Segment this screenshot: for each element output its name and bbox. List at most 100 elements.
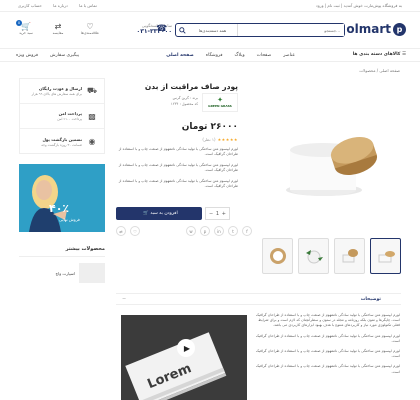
add-to-cart-button[interactable]: 🛒 افزودن به سبد (116, 207, 202, 220)
product-short-description: لورم ایپسوم متن ساختگی با تولید سادگی نا… (108, 147, 238, 195)
cart-icon: 🛒 0 (16, 20, 31, 31)
nav-item-special-sale[interactable]: فروش ویژه (16, 53, 38, 58)
nav-item-track-order[interactable]: پیگیری سفارش (50, 53, 79, 58)
share-bar: ⇄ ♡ w p in t f (116, 226, 252, 236)
compare-icon[interactable]: ⇄ (116, 226, 126, 236)
related-products: محصولات بیشتر اسپارت واچ (19, 246, 105, 283)
service-subtitle: ضمانت ۳۰ روزه بازگشت وجه (41, 142, 82, 147)
brand-line: برند : گرین گرس (172, 96, 198, 100)
top-link[interactable]: حساب کاربری (18, 3, 42, 8)
top-bar: تماس با ما درباره ما حساب کاربری به فروش… (0, 0, 420, 12)
product-main-image[interactable] (262, 78, 400, 233)
nav-item-elements[interactable]: عناصر (283, 53, 295, 58)
nav-items: صفحه اصلی فروشگاه وبلاگ صفحات عناصر (166, 53, 295, 58)
brand-name: GREEN GRASS (208, 104, 232, 108)
product-title: پودر صاف مراقبت از بدن (144, 82, 238, 91)
compare-button[interactable]: ⇄ مقایسه (47, 22, 69, 35)
search-category-select[interactable]: همه دسته‌بندی‌ها (188, 24, 238, 36)
breadcrumb[interactable]: صفحه اصلی / محصولات (359, 68, 400, 73)
main-nav: ☰ کالاهای دسته بندی ها صفحه اصلی فروشگاه… (0, 48, 420, 62)
description-paragraph: لورم ایپسوم متن ساختگی با تولید سادگی نا… (255, 364, 400, 374)
play-button-icon[interactable]: ▶ (177, 339, 195, 357)
add-to-cart-label: افزودن به سبد (150, 211, 178, 216)
tab-description[interactable]: توضیحات (361, 297, 381, 302)
related-item-name: اسپارت واچ (55, 270, 75, 276)
service-item: ▩ پرداخت امن پرداخت ۱۰۰٪ امن (20, 104, 104, 129)
promo-banner[interactable]: ۴۰٪ فروش نهایی (19, 164, 105, 232)
related-heading: محصولات بیشتر (19, 246, 105, 257)
categories-button[interactable]: ☰ کالاهای دسته بندی ها (353, 52, 406, 57)
product-rating: ★★★★★ (۱ نظر) (202, 137, 238, 142)
thumbnail[interactable] (262, 238, 293, 274)
cart-badge: 0 (16, 20, 22, 26)
thumbnail[interactable] (298, 238, 329, 274)
long-description: لورم ایپسوم متن ساختگی با تولید سادگی نا… (255, 313, 400, 380)
logo-mark-icon: p (393, 22, 406, 36)
quantity-value: 1 (215, 210, 220, 217)
description-paragraph: لورم ایپسوم متن ساختگی با تولید سادگی نا… (255, 313, 400, 328)
cart-label: سبد خرید (19, 31, 33, 35)
heart-icon[interactable]: ♡ (130, 226, 140, 236)
thumbnail[interactable] (334, 238, 365, 274)
service-title: پرداخت امن (58, 111, 82, 116)
service-subtitle: پرداخت ۱۰۰٪ امن (57, 117, 82, 121)
service-item: ⛟ ارسال و عودت رایگان برای همه سفارش های… (20, 79, 104, 104)
description-paragraph: لورم ایپسوم متن ساختگی با تولید سادگی نا… (255, 349, 400, 359)
minus-icon[interactable]: − (209, 211, 213, 217)
quantity-stepper[interactable]: − 1 + (205, 207, 230, 220)
description-paragraph: لورم ایپسوم متن ساختگی با تولید سادگی نا… (255, 333, 400, 343)
twitter-icon[interactable]: t (228, 226, 238, 236)
nav-item-shop[interactable]: فروشگاه (206, 53, 223, 58)
thumbnail-strip (262, 238, 401, 274)
facebook-icon[interactable]: f (242, 226, 252, 236)
top-link[interactable]: تماس با ما (79, 3, 97, 8)
service-title: تضمین بازگشت پول (42, 136, 82, 142)
money-icon: ◉ (88, 137, 96, 146)
related-item-image (79, 263, 105, 283)
related-item[interactable]: اسپارت واچ (19, 263, 105, 283)
banner-percent: ۴۰٪ (49, 202, 70, 215)
categories-label: کالاهای دسته بندی ها (352, 52, 401, 57)
linkedin-icon[interactable]: in (214, 226, 224, 236)
review-count[interactable]: (۱ نظر) (202, 137, 215, 142)
phone-icon: ☎ (156, 24, 168, 34)
top-links: تماس با ما درباره ما حساب کاربری (18, 3, 107, 8)
top-link[interactable]: درباره ما (53, 3, 68, 8)
whatsapp-icon[interactable]: w (186, 226, 196, 236)
site-logo[interactable]: olmart p (346, 22, 406, 36)
description-tab-header: توضیحات − (116, 293, 401, 305)
nav-item-blog[interactable]: وبلاگ (235, 53, 245, 58)
pinterest-icon[interactable]: p (200, 226, 210, 236)
leaf-icon: ✦ (217, 96, 223, 104)
nav-item-home[interactable]: صفحه اصلی (166, 53, 193, 58)
compare-label: مقایسه (52, 31, 64, 35)
banner-label: فروش نهایی (59, 217, 80, 222)
search-input[interactable] (238, 24, 344, 36)
sku-line: کد محصول : ۱۲۳۴ (170, 101, 198, 106)
card-icon: ▩ (88, 111, 96, 121)
description-bullet: لورم ایپسوم متن ساختگی با تولید سادگی نا… (118, 147, 238, 156)
search-bar: همه دسته‌بندی‌ها (175, 23, 345, 37)
thumbnail-selected[interactable] (370, 238, 401, 274)
services-box: ⛟ ارسال و عودت رایگان برای همه سفارش های… (19, 78, 105, 154)
collapse-icon[interactable]: − (122, 296, 126, 302)
compare-icon: ⇄ (54, 22, 62, 31)
header-icons: 🛒 0 سبد خرید ⇄ مقایسه ♡ علاقه‌مندی‌ها (15, 20, 101, 35)
description-bullet: لورم ایپسوم متن ساختگی با تولید سادگی نا… (118, 179, 238, 188)
heart-icon: ♡ (86, 22, 94, 31)
welcome-text: به فروشگاه پوش‌مارت خوش آمدید | ثبت نام … (315, 3, 402, 8)
wishlist-label: علاقه‌مندی‌ها (80, 31, 100, 35)
service-title: ارسال و عودت رایگان (39, 86, 82, 91)
plus-icon[interactable]: + (222, 211, 226, 217)
search-icon[interactable] (176, 24, 188, 36)
cart-button[interactable]: 🛒 0 سبد خرید (15, 20, 37, 35)
wishlist-button[interactable]: ♡ علاقه‌مندی‌ها (79, 22, 101, 35)
video-thumbnail[interactable]: Lorem (121, 315, 247, 400)
service-item: ◉ تضمین بازگشت پول ضمانت ۳۰ روزه بازگشت … (20, 129, 104, 154)
rating-stars: ★★★★★ (217, 137, 238, 142)
nav-left-items: پیگیری سفارش فروش ویژه (16, 53, 79, 58)
brand-logo[interactable]: ✦ GREEN GRASS (202, 93, 238, 112)
cart-icon: 🛒 (143, 211, 149, 216)
service-subtitle: برای همه سفارش های بالای ۹۹ هزار (31, 92, 82, 96)
nav-item-pages[interactable]: صفحات (257, 53, 272, 58)
